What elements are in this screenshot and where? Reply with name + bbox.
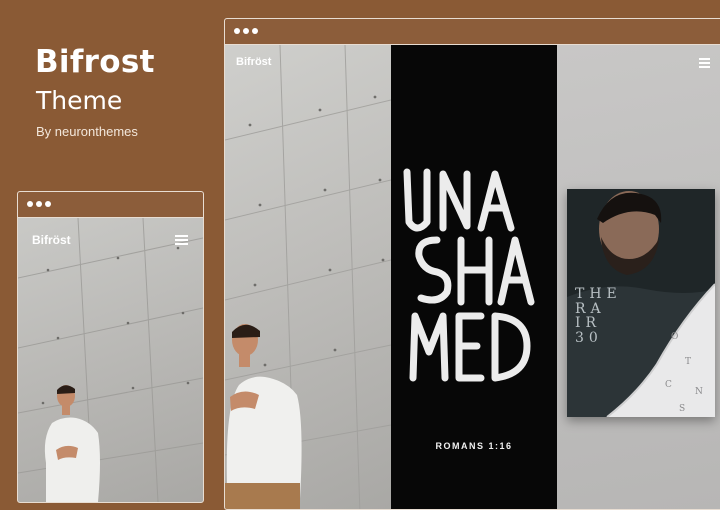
window-controls[interactable] xyxy=(27,201,51,207)
window-titlebar xyxy=(18,192,203,218)
portfolio-item-album[interactable]: THE RA IR 30 OTCNS xyxy=(557,45,720,509)
window-dot-icon[interactable] xyxy=(234,28,240,34)
mobile-hero-image: Bifröst xyxy=(18,218,203,502)
window-dot-icon[interactable] xyxy=(252,28,258,34)
theme-subtitle: Theme xyxy=(36,86,123,115)
theme-title: Bifrost xyxy=(35,44,155,80)
window-dot-icon[interactable] xyxy=(36,201,42,207)
site-logo[interactable]: Bifröst xyxy=(236,56,271,68)
window-controls[interactable] xyxy=(234,28,258,34)
window-dot-icon[interactable] xyxy=(243,28,249,34)
hamburger-menu-icon[interactable] xyxy=(699,58,710,68)
svg-text:N: N xyxy=(695,387,703,397)
theme-author: By neuronthemes xyxy=(36,124,138,139)
album-cover: THE RA IR 30 OTCNS xyxy=(567,189,715,417)
svg-text:S: S xyxy=(679,404,685,414)
window-dot-icon[interactable] xyxy=(27,201,33,207)
mobile-preview-window: Bifröst xyxy=(17,191,204,503)
vinyl-sleeve: O T C NS xyxy=(606,283,715,417)
window-dot-icon[interactable] xyxy=(45,201,51,207)
concrete-wall-image xyxy=(18,218,203,502)
svg-text:O: O xyxy=(671,332,678,342)
person-figure xyxy=(44,385,100,502)
portfolio-item-wall[interactable] xyxy=(225,45,391,509)
concrete-wall-image xyxy=(225,45,391,509)
poster-verse: ROMANS 1:16 xyxy=(435,441,513,451)
svg-text:T: T xyxy=(685,357,691,367)
desktop-preview-window: Bifröst ROMANS 1:16 THE RA IR 30 O T C N… xyxy=(224,18,720,510)
portfolio-item-poster[interactable]: ROMANS 1:16 xyxy=(391,45,557,509)
window-titlebar xyxy=(225,19,720,45)
desktop-portfolio-grid: Bifröst ROMANS 1:16 THE RA IR 30 O T C N… xyxy=(225,45,720,509)
hand-lettering-artwork xyxy=(403,168,535,382)
site-logo[interactable]: Bifröst xyxy=(32,233,71,247)
svg-text:C: C xyxy=(665,380,672,390)
hamburger-menu-icon[interactable] xyxy=(175,235,188,245)
